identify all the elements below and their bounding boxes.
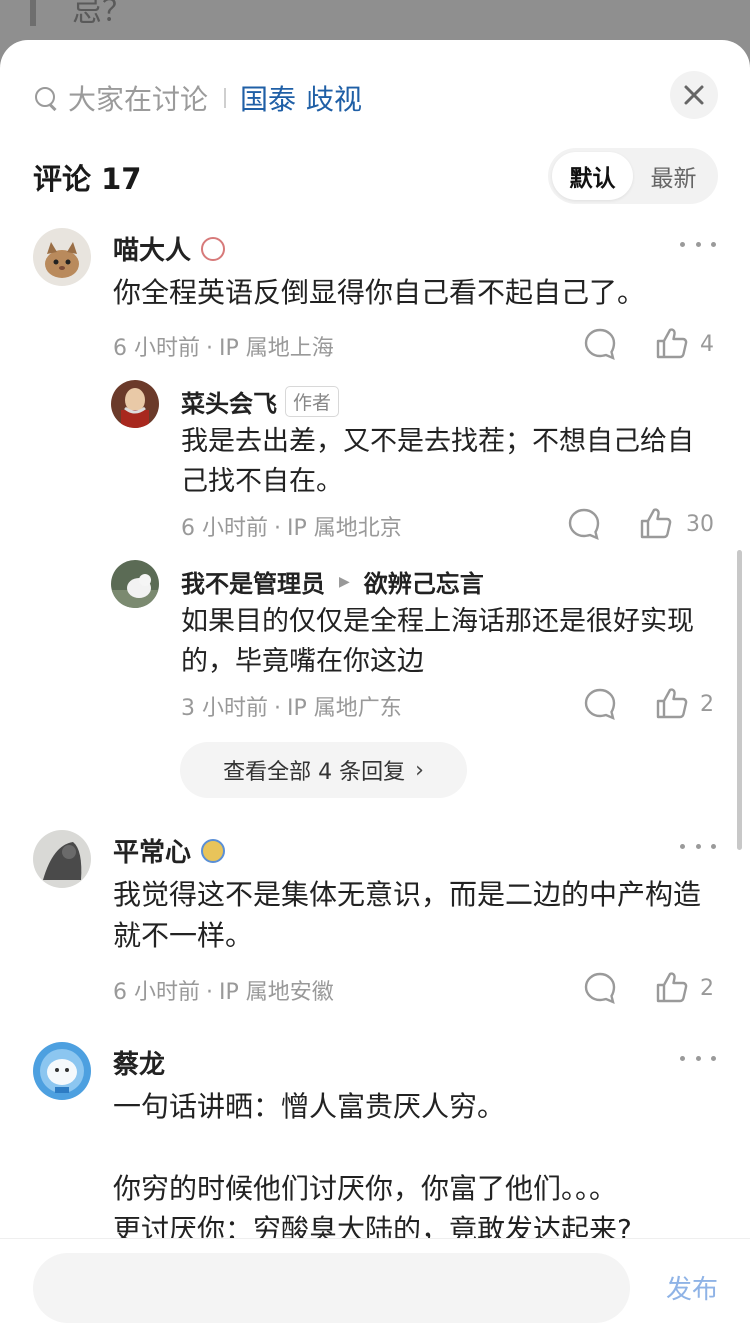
comments-sheet: 大家在讨论 国泰 歧视 评论 17 默认 最新 喵大人 你全程英语反倒显得你自己看… bbox=[0, 40, 750, 1334]
bottom-comment-bar: 发布 bbox=[0, 1238, 750, 1335]
background-text: 忌？ bbox=[72, 0, 132, 29]
comment-meta: 6 小时前 · IP 属地安徽 bbox=[113, 980, 334, 1005]
sort-latest[interactable]: 最新 bbox=[633, 152, 714, 200]
comment-input[interactable] bbox=[33, 1253, 630, 1323]
reply-icon[interactable] bbox=[583, 687, 617, 721]
like-count: 30 bbox=[686, 512, 714, 537]
avatar[interactable] bbox=[111, 560, 159, 608]
reply-text: 我是去出差，又不是去找茬；不想自己给自己找不自在。 bbox=[181, 426, 694, 497]
scrollbar[interactable] bbox=[737, 550, 742, 850]
like-count: 2 bbox=[700, 976, 714, 1001]
like-icon[interactable] bbox=[655, 970, 689, 1004]
hot-tags: 国泰 歧视 bbox=[240, 78, 372, 118]
user-badge-icon bbox=[201, 236, 226, 261]
comment-text: 我觉得这不是集体无意识，而是二边的中产构造就不一样。 bbox=[113, 878, 702, 952]
reply-icon[interactable] bbox=[583, 971, 617, 1005]
like-count: 4 bbox=[700, 332, 714, 357]
discussion-search[interactable]: 大家在讨论 国泰 歧视 bbox=[34, 76, 372, 120]
more-options-button[interactable] bbox=[680, 1052, 716, 1064]
reply-username[interactable]: 菜头会飞 作者 bbox=[181, 384, 340, 419]
reply-text: 如果目的仅仅是全程上海话那还是很好实现的，毕竟嘴在你这边 bbox=[181, 606, 694, 677]
comment-username[interactable]: 蔡龙 bbox=[113, 1044, 165, 1081]
sort-default[interactable]: 默认 bbox=[552, 152, 633, 200]
search-icon bbox=[34, 86, 58, 111]
avatar[interactable] bbox=[111, 380, 159, 428]
reply-to-arrow-icon: ▶ bbox=[339, 573, 350, 590]
avatar[interactable] bbox=[33, 830, 91, 888]
hot-tag[interactable]: 国泰 bbox=[240, 83, 296, 116]
close-icon bbox=[684, 85, 704, 105]
avatar[interactable] bbox=[33, 228, 91, 286]
search-label: 大家在讨论 bbox=[68, 83, 209, 116]
comment-username[interactable]: 喵大人 bbox=[113, 230, 226, 267]
comments-count-title: 评论 17 bbox=[33, 162, 142, 196]
hot-tag[interactable]: 歧视 bbox=[306, 83, 362, 116]
comment-username[interactable]: 平常心 bbox=[113, 832, 226, 869]
reply-username[interactable]: 我不是管理员 ▶ 欲辨己忘言 bbox=[181, 564, 484, 599]
sort-toggle: 默认 最新 bbox=[548, 148, 718, 204]
user-badge-icon bbox=[201, 838, 226, 863]
quote-bar bbox=[30, 0, 36, 26]
avatar[interactable] bbox=[33, 1042, 91, 1100]
reply-icon[interactable] bbox=[583, 327, 617, 361]
more-options-button[interactable] bbox=[680, 840, 716, 852]
comment-meta: 6 小时前 · IP 属地上海 bbox=[113, 336, 334, 361]
like-icon[interactable] bbox=[655, 326, 689, 360]
reply-icon[interactable] bbox=[567, 507, 601, 541]
author-tag: 作者 bbox=[285, 386, 340, 417]
divider bbox=[224, 88, 227, 108]
chevron-right-icon: › bbox=[415, 757, 424, 783]
more-options-button[interactable] bbox=[680, 238, 716, 250]
like-icon[interactable] bbox=[655, 686, 689, 720]
comment-text: 一句话讲晒：憎人富贵厌人穷。 你穷的时候他们讨厌你，你富了他们。。。 更讨厌你：… bbox=[113, 1090, 632, 1246]
reply-meta: 6 小时前 · IP 属地北京 bbox=[181, 516, 402, 541]
close-button[interactable] bbox=[670, 71, 718, 119]
reply-to-username[interactable]: 欲辨己忘言 bbox=[364, 564, 484, 599]
like-count: 2 bbox=[700, 692, 714, 717]
reply-meta: 3 小时前 · IP 属地广东 bbox=[181, 696, 402, 721]
comment-text: 你全程英语反倒显得你自己看不起自己了。 bbox=[113, 276, 646, 309]
see-all-replies-button[interactable]: 查看全部 4 条回复 › bbox=[180, 742, 467, 798]
like-icon[interactable] bbox=[639, 506, 673, 540]
publish-button[interactable]: 发布 bbox=[666, 1269, 718, 1306]
